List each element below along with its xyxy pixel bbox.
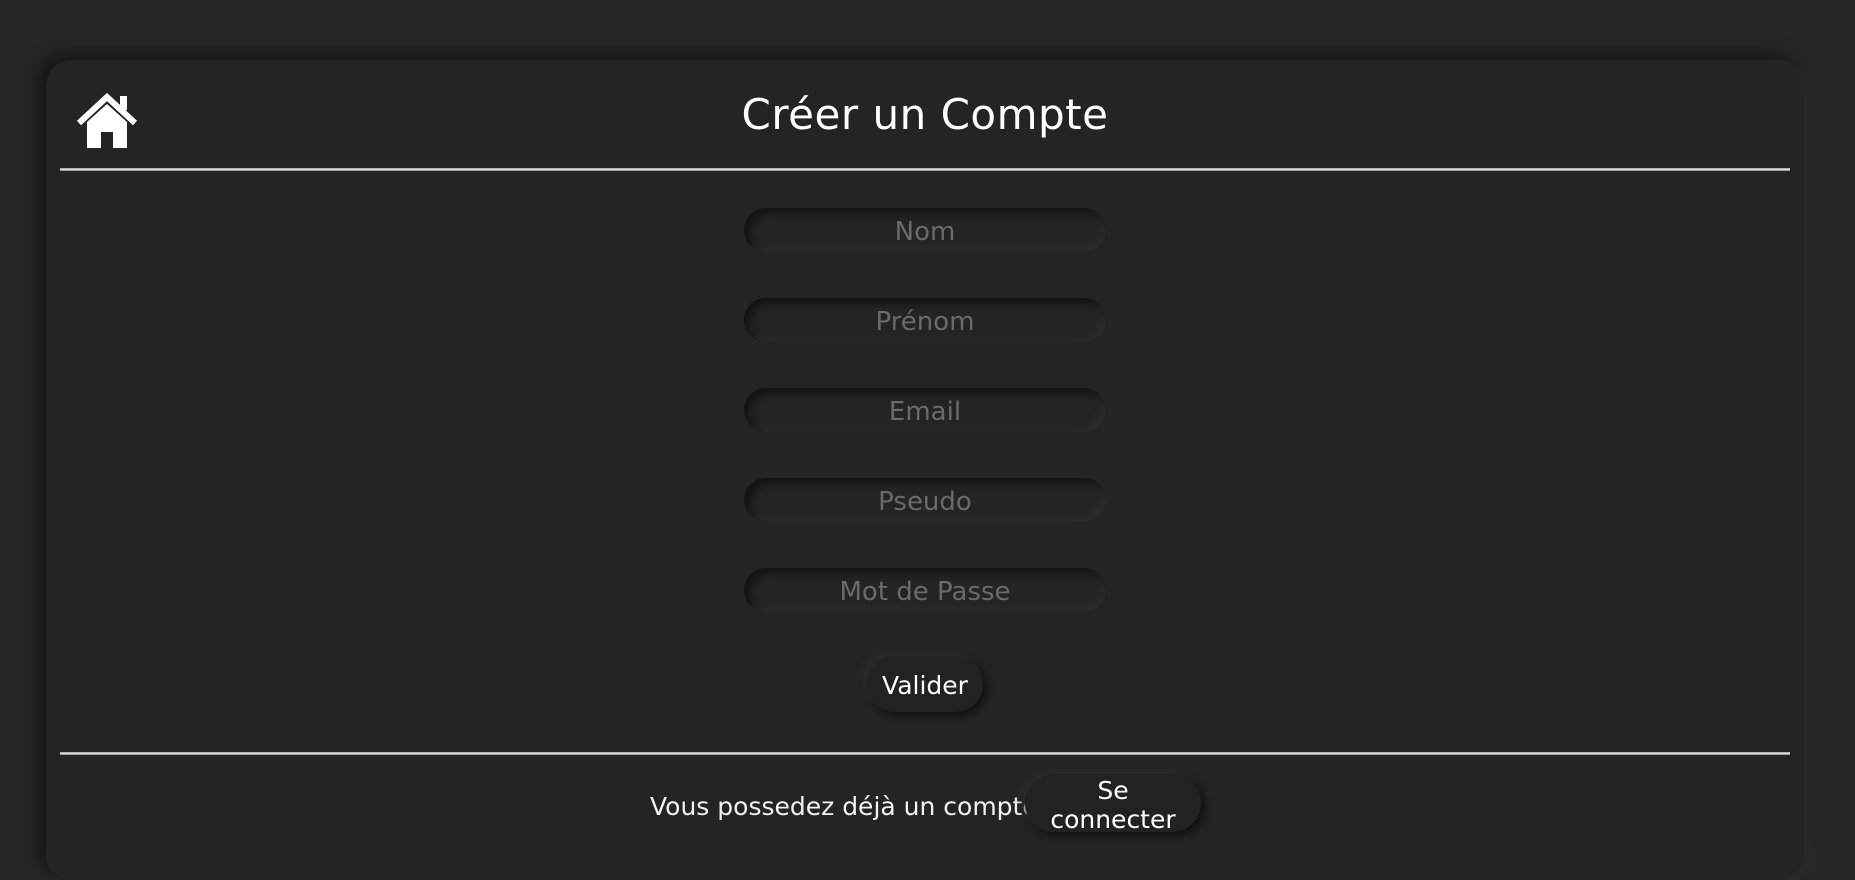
card-header: Créer un Compte bbox=[46, 60, 1804, 170]
nom-input[interactable] bbox=[744, 208, 1106, 252]
email-input[interactable] bbox=[744, 388, 1106, 432]
pseudo-input[interactable] bbox=[744, 478, 1106, 522]
password-input[interactable] bbox=[744, 568, 1106, 612]
page-title: Créer un Compte bbox=[741, 90, 1109, 139]
header-divider bbox=[60, 168, 1790, 171]
validate-button[interactable]: Valider bbox=[867, 656, 983, 712]
login-button[interactable]: Se connecter bbox=[1025, 774, 1201, 834]
login-prompt-text: Vous possedez déjà un compte ? bbox=[650, 792, 1059, 821]
nom-field[interactable] bbox=[744, 208, 1106, 252]
signup-card: Créer un Compte Valider Vous possedez dé… bbox=[46, 60, 1804, 880]
prenom-field[interactable] bbox=[744, 298, 1106, 342]
password-field[interactable] bbox=[744, 568, 1106, 612]
footer-divider bbox=[60, 752, 1790, 755]
email-field[interactable] bbox=[744, 388, 1106, 432]
pseudo-field[interactable] bbox=[744, 478, 1106, 522]
prenom-input[interactable] bbox=[744, 298, 1106, 342]
footer: Vous possedez déjà un compte ? Se connec… bbox=[46, 774, 1804, 834]
